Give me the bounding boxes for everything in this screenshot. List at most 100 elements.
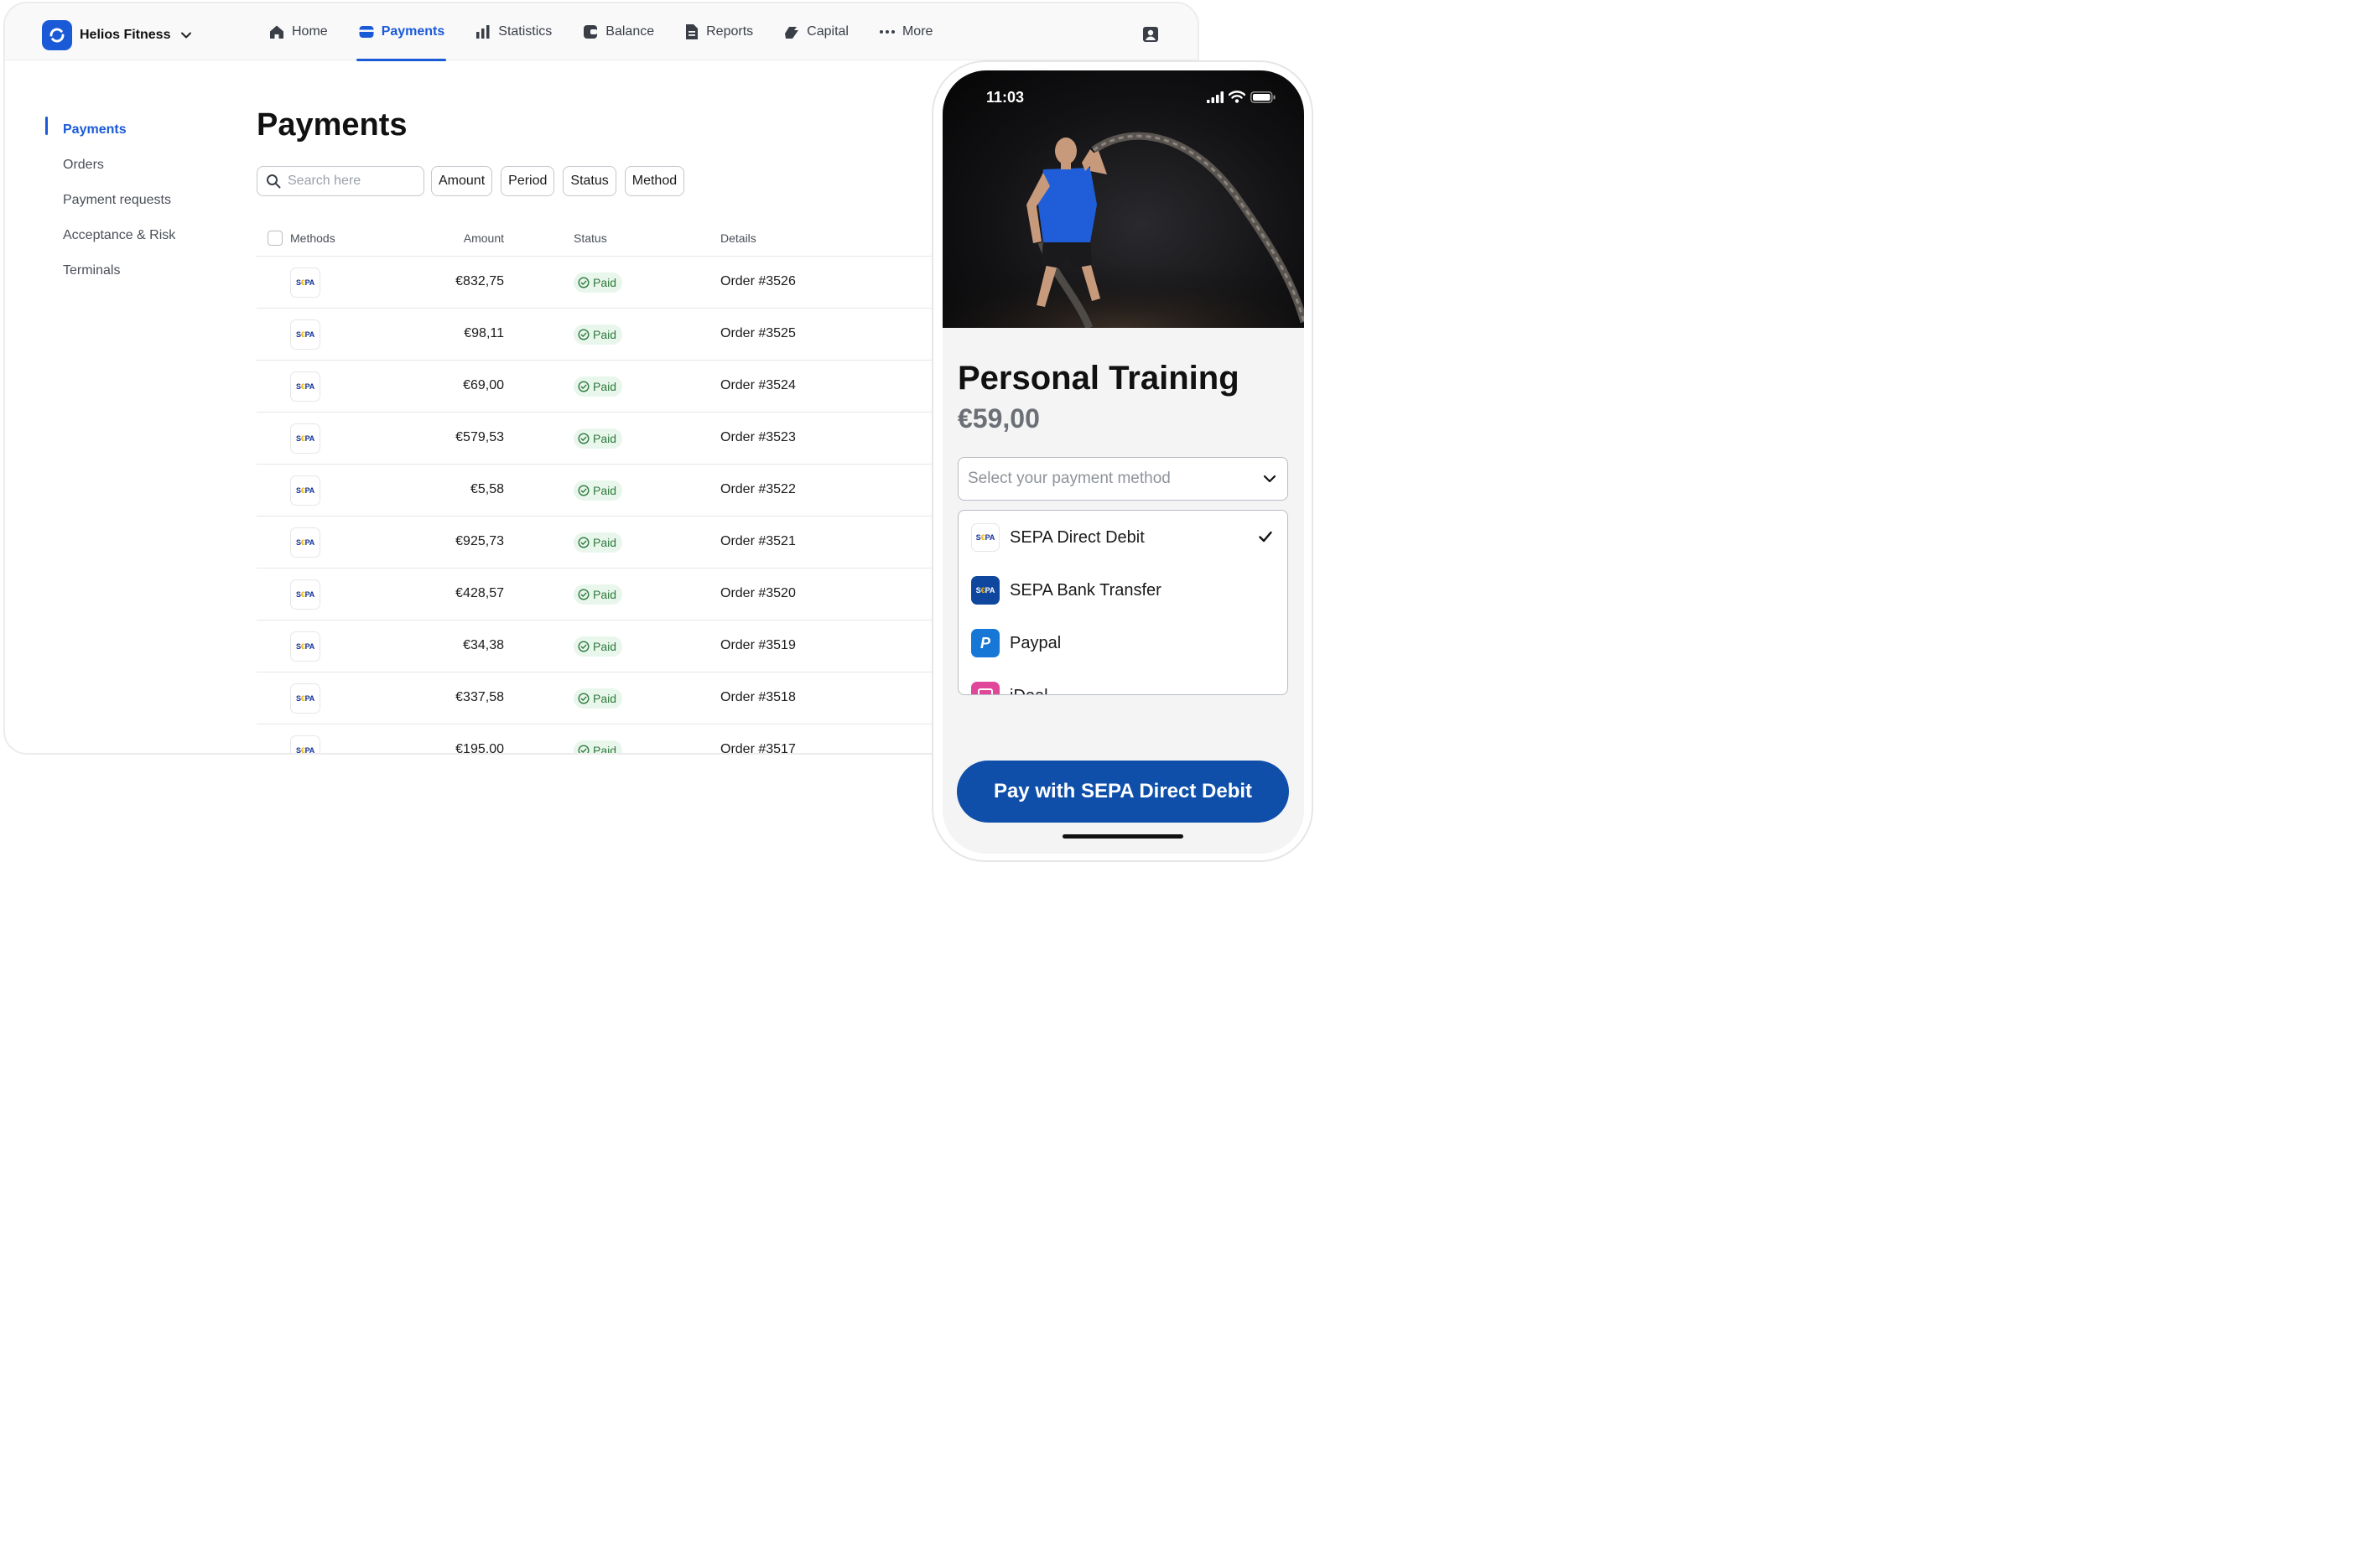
order-details[interactable]: Order #3525 [720, 326, 796, 341]
status-label: Paid [593, 380, 617, 393]
sidebar-item-orders[interactable]: Orders [45, 148, 175, 183]
battery-icon [1250, 91, 1276, 103]
status-badge: Paid [574, 325, 623, 345]
payment-method-dropdown[interactable]: S€PA SEPA Direct Debit S€PA SEPA Bank Tr… [958, 510, 1288, 695]
status-bar-icons [1207, 91, 1276, 103]
nav-label: More [902, 24, 933, 39]
search-icon [267, 174, 281, 189]
check-circle-icon [578, 745, 590, 753]
table-row[interactable]: SEPAS€PA €98,11 Paid Order #3525 [257, 309, 936, 361]
status-badge: Paid [574, 273, 623, 293]
status-label: Paid [593, 640, 617, 653]
option-sepa-direct-debit[interactable]: S€PA SEPA Direct Debit [971, 522, 1145, 553]
nav-item-balance[interactable]: Balance [580, 3, 656, 60]
sepa-icon: SEPAS€PA [290, 735, 320, 753]
status-label: Paid [593, 484, 617, 497]
status-label: Paid [593, 744, 617, 755]
nav-item-payments[interactable]: Payments [356, 3, 447, 61]
check-circle-icon [578, 381, 590, 392]
sidebar-item-terminals[interactable]: Terminals [45, 253, 175, 288]
payment-method-select[interactable]: Select your payment method [958, 457, 1288, 501]
status-badge: Paid [574, 532, 623, 553]
status-label: Paid [593, 432, 617, 445]
payment-amount: €195,00 [455, 742, 504, 755]
sepa-icon: SEPAS€PA [290, 319, 320, 350]
status-badge: Paid [574, 376, 623, 397]
table-row[interactable]: SEPAS€PA €428,57 Paid Order #3520 [257, 569, 936, 621]
order-details[interactable]: Order #3523 [720, 430, 796, 445]
column-header-status[interactable]: Status [574, 231, 607, 245]
phone-screen: 11:03 Personal Training €59,00 Select yo… [943, 70, 1304, 854]
select-placeholder: Select your payment method [968, 470, 1171, 487]
column-header-amount[interactable]: Amount [464, 231, 504, 245]
product-title: Personal Training [958, 360, 1239, 397]
order-details[interactable]: Order #3520 [720, 586, 796, 601]
user-account-icon[interactable] [1142, 26, 1159, 47]
select-all-checkbox[interactable] [268, 231, 283, 246]
table-row[interactable]: SEPAS€PA €69,00 Paid Order #3524 [257, 361, 936, 413]
option-label: Paypal [1010, 633, 1062, 652]
nav-item-capital[interactable]: Capital [782, 3, 850, 60]
status-label: Paid [593, 328, 617, 341]
table-row[interactable]: SEPAS€PA €195,00 Paid Order #3517 [257, 724, 936, 755]
payment-amount: €337,58 [455, 690, 504, 704]
order-details[interactable]: Order #3524 [720, 378, 796, 393]
status-label: Paid [593, 276, 617, 289]
order-details[interactable]: Order #3519 [720, 638, 796, 653]
column-header-details[interactable]: Details [720, 231, 756, 245]
table-row[interactable]: SEPAS€PA €579,53 Paid Order #3523 [257, 413, 936, 465]
hero-image: 11:03 [943, 70, 1304, 328]
order-details[interactable]: Order #3522 [720, 482, 796, 497]
nav-label: Reports [706, 24, 754, 39]
nav-label: Capital [807, 24, 849, 39]
status-badge: Paid [574, 636, 623, 657]
nav-label: Statistics [498, 24, 553, 39]
sidebar-item-acceptance-risk[interactable]: Acceptance & Risk [45, 218, 175, 253]
filter-period[interactable]: Period [501, 166, 555, 196]
nav-label: Payments [381, 24, 445, 39]
status-badge: Paid [574, 688, 623, 709]
status-bar-time: 11:03 [986, 89, 1025, 106]
home-indicator [1063, 834, 1183, 839]
order-details[interactable]: Order #3521 [720, 534, 796, 549]
table-row[interactable]: SEPAS€PA €5,58 Paid Order #3522 [257, 465, 936, 517]
order-details[interactable]: Order #3526 [720, 274, 796, 289]
more-dots-icon [879, 30, 895, 34]
capital-icon [785, 27, 799, 39]
nav-item-home[interactable]: Home [267, 3, 330, 60]
sidebar-item-payments[interactable]: Payments [45, 112, 175, 148]
athlete-battle-ropes-image [943, 132, 1304, 328]
nav-item-reports[interactable]: Reports [683, 3, 755, 60]
payment-amount: €69,00 [463, 378, 504, 392]
check-circle-icon [578, 537, 590, 548]
option-sepa-bank-transfer[interactable]: S€PA SEPA Bank Transfer [971, 575, 1161, 605]
pay-button[interactable]: Pay with SEPA Direct Debit [957, 761, 1289, 823]
sidebar-item-payment-requests[interactable]: Payment requests [45, 183, 175, 218]
document-icon [686, 24, 699, 39]
filter-status[interactable]: Status [563, 166, 616, 196]
column-header-methods[interactable]: Methods [290, 231, 335, 245]
check-circle-icon [578, 329, 590, 340]
check-circle-icon [578, 277, 590, 288]
option-ideal[interactable]: iDeal [971, 681, 1048, 694]
filter-bar: Search here Amount Period Status Method [257, 166, 693, 196]
order-details[interactable]: Order #3518 [720, 690, 796, 705]
search-input[interactable]: Search here [257, 166, 424, 196]
nav-item-more[interactable]: More [877, 3, 934, 60]
nav-item-statistics[interactable]: Statistics [473, 3, 553, 60]
bar-chart-icon [476, 25, 490, 39]
table-scroll-area[interactable]: Methods Amount Status Details SEPAS€PA €8… [257, 220, 936, 755]
sepa-icon: SEPAS€PA [290, 475, 320, 506]
payment-amount: €428,57 [455, 586, 504, 600]
table-row[interactable]: SEPAS€PA €832,75 Paid Order #3526 [257, 257, 936, 309]
status-badge: Paid [574, 584, 623, 605]
order-details[interactable]: Order #3517 [720, 742, 796, 753]
filter-amount[interactable]: Amount [431, 166, 493, 196]
table-row[interactable]: SEPAS€PA €34,38 Paid Order #3519 [257, 621, 936, 672]
option-paypal[interactable]: P Paypal [971, 628, 1061, 658]
sepa-icon: SEPAS€PA [290, 267, 320, 298]
filter-method[interactable]: Method [624, 166, 685, 196]
account-switcher[interactable]: Helios Fitness [42, 20, 192, 50]
table-row[interactable]: SEPAS€PA €337,58 Paid Order #3518 [257, 672, 936, 724]
table-row[interactable]: SEPAS€PA €925,73 Paid Order #3521 [257, 517, 936, 569]
